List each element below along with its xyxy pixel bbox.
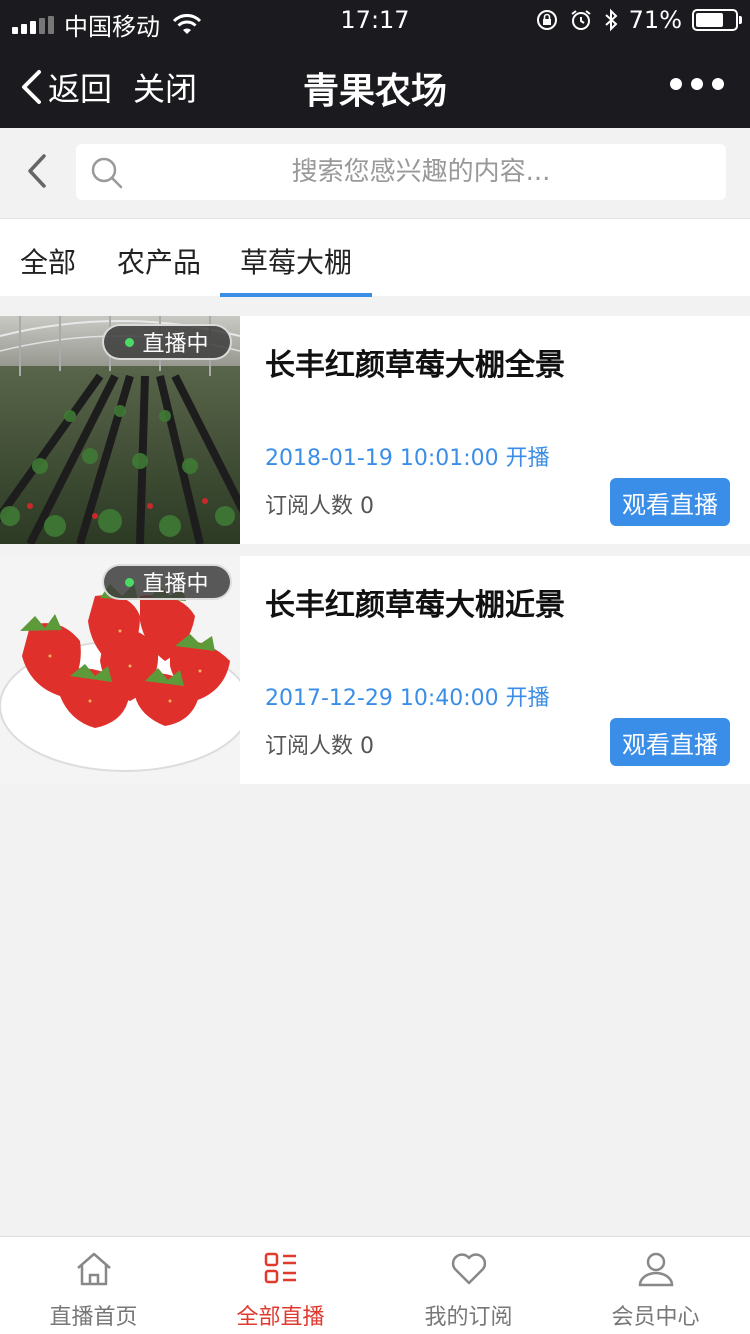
search-bar — [0, 128, 750, 218]
battery-icon — [692, 9, 742, 31]
bottom-tab-label: 直播首页 — [49, 1305, 138, 1330]
active-tab-indicator — [220, 293, 372, 297]
stream-card[interactable]: 直播中 长丰红颜草莓大棚近景 2017-12-29 10:40:00 开播 订阅… — [0, 556, 750, 784]
stream-start-time: 2018-01-19 10:01:00 开播 — [265, 446, 550, 471]
subscriber-count: 订阅人数 0 — [265, 734, 374, 759]
more-dot-icon — [691, 78, 703, 90]
close-button[interactable]: 关闭 — [133, 64, 197, 110]
page-title: 青果农场 — [302, 71, 447, 112]
search-box[interactable] — [76, 144, 726, 200]
strawberry-thumbnail[interactable]: 直播中 — [0, 556, 240, 784]
search-input[interactable] — [136, 144, 706, 200]
live-dot-icon — [125, 337, 135, 347]
live-dot-icon — [125, 577, 135, 587]
bottom-tab-my-subscriptions[interactable]: 我的订阅 — [375, 1237, 562, 1334]
live-status-badge: 直播中 — [102, 324, 232, 360]
watch-live-button[interactable]: 观看直播 — [610, 478, 730, 526]
alarm-icon — [571, 10, 591, 30]
bottom-tab-all-live[interactable]: 全部直播 — [187, 1237, 374, 1334]
back-label: 返回 — [48, 70, 113, 108]
orientation-lock-icon — [536, 10, 557, 30]
app-page: 中国移动 17:17 71% 返回 关闭 青果农场 搜索您感兴趣的内容... 全… — [0, 0, 750, 1334]
tab-farm-products[interactable]: 农产品 — [117, 241, 201, 281]
greenhouse-thumbnail[interactable]: 直播中 — [0, 316, 240, 544]
tab-all[interactable]: 全部 — [20, 241, 76, 281]
bottom-tab-bar: 直播首页 全部直播 我的订阅 会员中心 — [0, 1236, 750, 1334]
live-badge-label: 直播中 — [142, 572, 209, 597]
status-right: 71% — [535, 6, 742, 34]
more-dot-icon — [712, 78, 724, 90]
chevron-left-icon[interactable] — [24, 152, 50, 190]
battery-percent: 71% — [628, 6, 682, 34]
status-bar: 中国移动 17:17 71% — [0, 0, 750, 41]
bottom-tab-label: 会员中心 — [611, 1305, 700, 1330]
more-menu-button[interactable] — [670, 78, 724, 90]
category-tabs: 全部 农产品 草莓大棚 — [0, 218, 750, 297]
watch-live-button[interactable]: 观看直播 — [610, 718, 730, 766]
stream-title[interactable]: 长丰红颜草莓大棚全景 — [265, 340, 565, 384]
live-badge-label: 直播中 — [142, 332, 209, 357]
stream-title[interactable]: 长丰红颜草莓大棚近景 — [265, 580, 565, 624]
search-icon — [91, 157, 123, 189]
bottom-tab-label: 我的订阅 — [424, 1305, 513, 1330]
user-icon — [638, 1252, 674, 1287]
heart-icon — [451, 1253, 487, 1285]
bottom-tab-live-home[interactable]: 直播首页 — [0, 1237, 187, 1334]
home-icon — [77, 1252, 111, 1286]
nav-bar: 返回 关闭 青果农场 — [0, 40, 750, 128]
bluetooth-icon — [604, 8, 618, 32]
bottom-tab-label: 全部直播 — [236, 1305, 325, 1330]
more-dot-icon — [670, 78, 682, 90]
chevron-left-icon — [22, 70, 41, 104]
stream-start-time: 2017-12-29 10:40:00 开播 — [265, 686, 550, 711]
list-icon — [264, 1252, 296, 1284]
tab-strawberry-greenhouse[interactable]: 草莓大棚 — [240, 241, 352, 281]
stream-card[interactable]: 直播中 长丰红颜草莓大棚全景 2018-01-19 10:01:00 开播 订阅… — [0, 316, 750, 544]
top-bar: 中国移动 17:17 71% 返回 关闭 青果农场 — [0, 0, 750, 128]
live-status-badge: 直播中 — [102, 564, 232, 600]
back-button[interactable]: 返回 — [20, 64, 112, 110]
bottom-tab-member-center[interactable]: 会员中心 — [562, 1237, 749, 1334]
subscriber-count: 订阅人数 0 — [265, 494, 374, 519]
